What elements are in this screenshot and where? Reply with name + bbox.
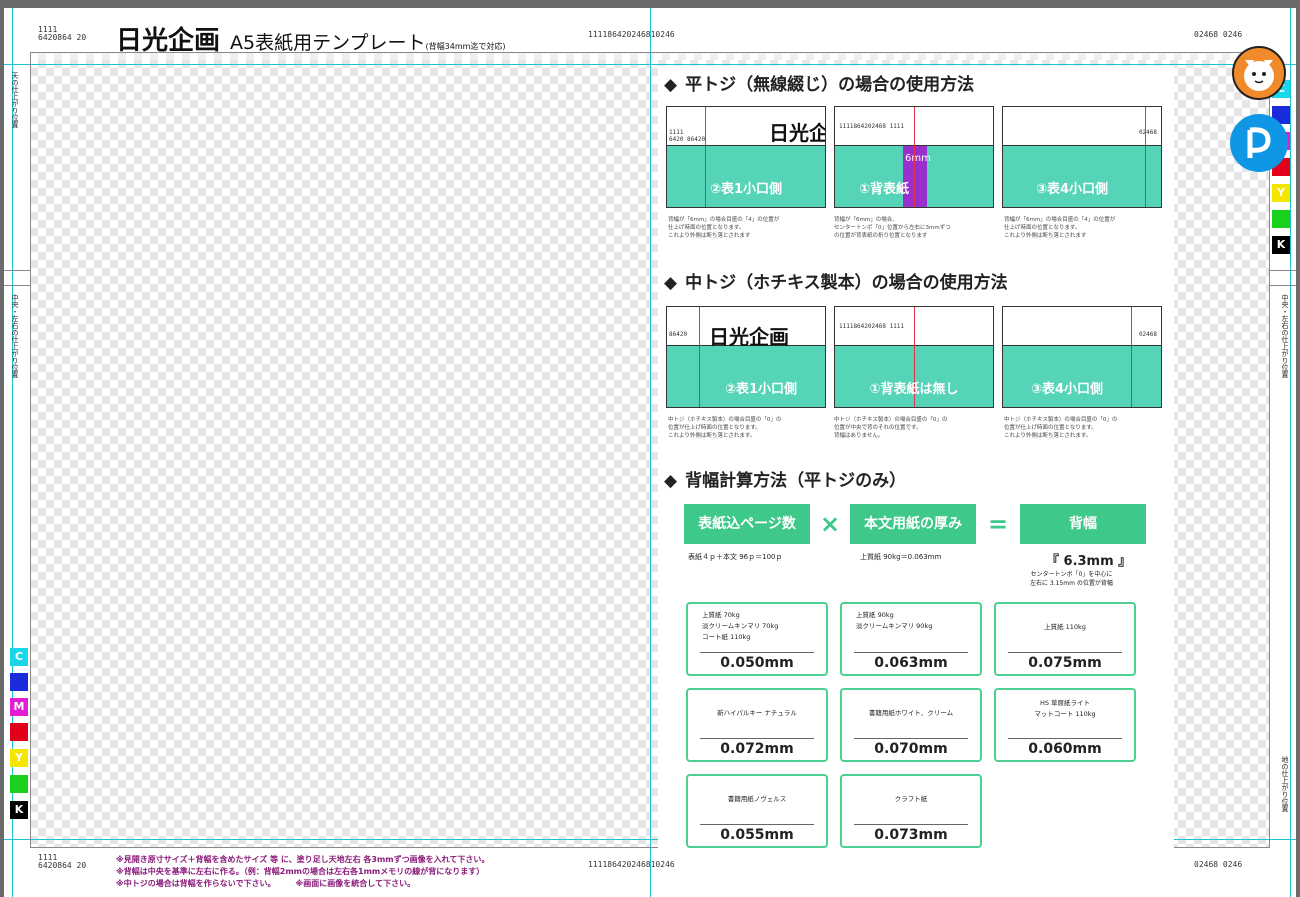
section1-caption-2: 背幅が「6mm」の場合、 センタートンボ「0」位置から左右に3mmずつ の位置が… xyxy=(834,217,951,239)
formula-result: 『 6.3mm 』 xyxy=(1046,554,1132,569)
swatch-red-left xyxy=(10,723,28,741)
swatch-yellow-left: Y xyxy=(10,749,28,767)
section1-thumb-cover4: 02468 ③表4小口側 xyxy=(1002,106,1162,208)
ruler-top-center: 111186420246810246 xyxy=(588,30,675,39)
section2-thumb-spine: 1111864202468 1111 ①背表紙は無し xyxy=(834,306,994,408)
template-subtitle: A5表紙用テンプレート xyxy=(230,32,426,54)
section1-thumb-cover1: 1111 6420 86420 日光企 ②表1小口側 xyxy=(666,106,826,208)
paper-card: 上質紙 110kg 0.075mm xyxy=(994,602,1136,676)
paper-card: 書籍用紙ホワイト、クリーム 0.070mm xyxy=(840,688,982,762)
cat-mascot-icon[interactable] xyxy=(1232,46,1286,100)
label-right-bottom: 地の仕上がり位置 xyxy=(1281,756,1289,812)
instruction-panel: ◆ 平トジ（無線綴じ）の場合の使用方法 1111 6420 86420 日光企 ②表… xyxy=(658,66,1174,848)
pixiv-icon[interactable] xyxy=(1230,114,1288,172)
paper-card: クラフト紙 0.073mm xyxy=(840,774,982,848)
label-right-mid: 中央・左右の仕上がり位置 xyxy=(1281,294,1289,378)
formula-note-pages: 表紙４ｐ＋本文 96ｐ＝100ｐ xyxy=(688,553,783,561)
label-left-mid: 中央・左右の仕上がり位置 xyxy=(11,294,19,378)
guide-line-right xyxy=(1290,8,1291,897)
template-sheet: 1111 6420864 20 日光企画 A5表紙用テンプレート(背幅34mm迄で… xyxy=(4,8,1296,897)
swatch-cyan-left: C xyxy=(10,648,28,666)
footer-note-1: ※見開き原寸サイズ＋背幅を含めたサイズ 等 に、塗り足し天地左右 各3mmずつ画… xyxy=(116,855,490,864)
mark-right-mid xyxy=(1270,270,1296,286)
paper-card: HS 草原紙ライト マットコート 110kg 0.060mm xyxy=(994,688,1136,762)
footer-note-3: ※中トジの場合は背幅を作らないで下さい。 ※画面に画像を統合して下さい。 xyxy=(116,879,416,888)
section1-thumb-spine: 1111864202468 1111 6mm ①背表紙 xyxy=(834,106,994,208)
formula-note-thickness: 上質紙 90kg＝0.063mm xyxy=(860,553,942,561)
footer-note-2: ※背幅は中央を基準に左右に作る。（例：背幅2mmの場合は左右各1mmメモリの線が… xyxy=(116,867,485,876)
swatch-black-left: K xyxy=(10,801,28,819)
paper-card: 書籍用紙ノヴェルス 0.055mm xyxy=(686,774,828,848)
mark-left-mid xyxy=(4,270,30,286)
paper-card: 上質紙 70kg 淡クリームキンマリ 70kg コート紙 110kg 0.050m… xyxy=(686,602,828,676)
brand-name: 日光企画 xyxy=(116,26,221,56)
swatch-blue-left xyxy=(10,673,28,691)
template-note: (背幅34mm迄で対応) xyxy=(425,42,506,51)
ruler-bottom-right: 02468 0246 xyxy=(1194,860,1243,869)
swatch-green-right xyxy=(1272,210,1290,228)
template-title: 日光企画 A5表紙用テンプレート(背幅34mm迄で対応) xyxy=(116,20,506,57)
ruler-top-right: 02468 0246 xyxy=(1194,30,1243,39)
formula-equals: = xyxy=(988,510,1009,538)
section2-caption-2: 中トジ（ホチキス製本）の場合目盛の「0」の 位置が中央で背のそれの位置です。 背… xyxy=(834,417,948,439)
swatch-yellow-right: Y xyxy=(1272,184,1290,202)
formula-box-pages: 表紙込ページ数 xyxy=(684,504,810,544)
swatch-magenta-left: M xyxy=(10,698,28,716)
ruler-bottom-left: 1111 6420864 20 xyxy=(38,853,87,870)
section2-thumb-cover4: 02468 ③表4小口側 xyxy=(1002,306,1162,408)
section2-title: ◆ 中トジ（ホチキス製本）の場合の使用方法 xyxy=(664,273,1008,293)
swatch-black-right: K xyxy=(1272,236,1290,254)
formula-box-thickness: 本文用紙の厚み xyxy=(850,504,976,544)
section2-thumb-cover1: 86420 日光企画 ②表1小口側 xyxy=(666,306,826,408)
paper-card: 上質紙 90kg 淡クリームキンマリ 90kg 0.063mm xyxy=(840,602,982,676)
ruler-bottom-center: 111186420246810246 xyxy=(588,860,675,869)
paper-card: 新ハイパルキー ナチュラル 0.072mm xyxy=(686,688,828,762)
section1-caption-3: 背幅が「6mm」の場合目盛の「4」の位置が 仕上げ時面の位置となります。 これよ… xyxy=(1004,217,1116,239)
formula-box-spine: 背幅 xyxy=(1020,504,1146,544)
formula-result-note: センタートンボ「0」を中心に 左右に 3.15mm の位置が背幅 xyxy=(1030,571,1113,587)
section2-caption-3: 中トジ（ホチキス製本）の場合目盛の「0」の 位置が仕上げ時面の位置となります。 … xyxy=(1004,417,1118,439)
ruler-top-left: 1111 6420864 20 xyxy=(38,25,87,42)
section3-title: ◆ 背幅計算方法（平トジのみ） xyxy=(664,471,907,491)
section1-caption-1: 背幅が「6mm」の場合目盛の「4」の位置が 仕上げ時面の位置となります。 これよ… xyxy=(668,217,780,239)
section2-caption-1: 中トジ（ホチキス製本）の場合目盛の「0」の 位置が仕上げ時面の位置となります。 … xyxy=(668,417,782,439)
formula-multiply: × xyxy=(820,510,841,538)
swatch-green-left xyxy=(10,775,28,793)
section1-title: ◆ 平トジ（無線綴じ）の場合の使用方法 xyxy=(664,75,975,95)
label-left-top: 天の仕上がり位置 xyxy=(11,72,19,128)
